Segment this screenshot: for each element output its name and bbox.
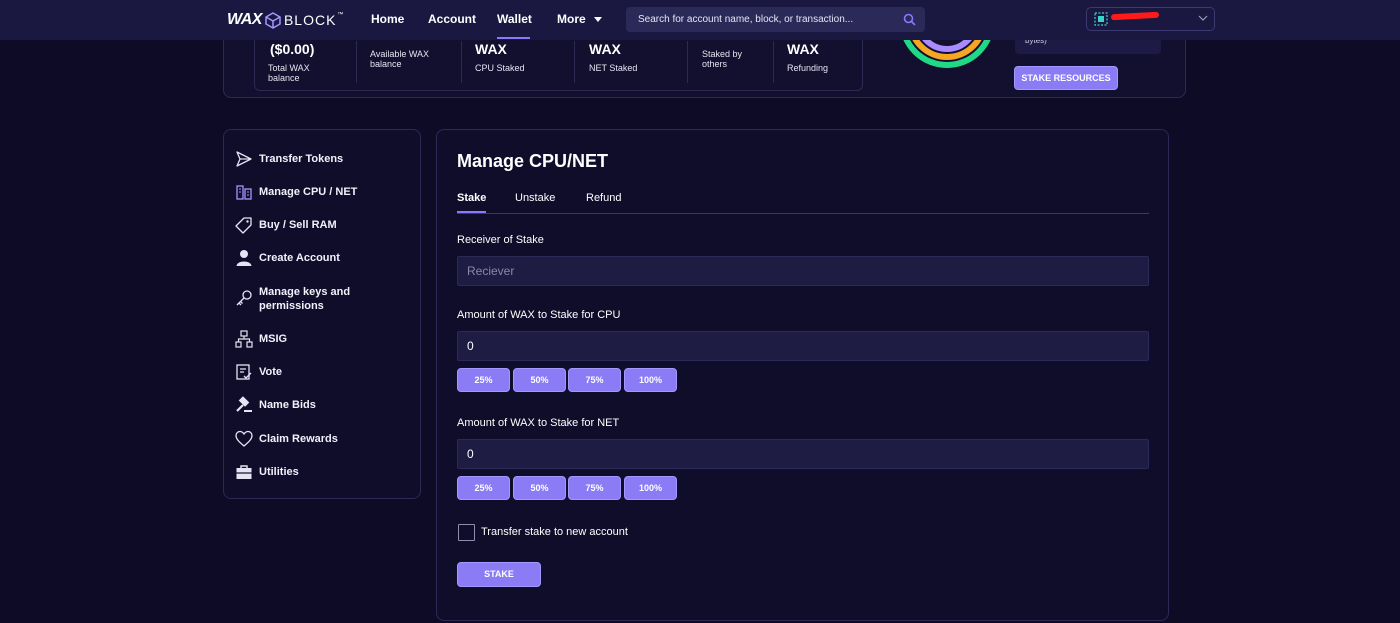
- staked-by-others-label: Staked by others: [702, 49, 743, 69]
- account-name-redacted: [1110, 11, 1160, 21]
- sidebar-label: Manage keys and permissions: [259, 286, 351, 312]
- search-bar[interactable]: Search for account name, block, or trans…: [626, 7, 925, 32]
- sidebar-label: Name Bids: [259, 399, 316, 411]
- wax-block-logo[interactable]: WAX BLOCK™: [227, 11, 344, 29]
- wallet-sidebar: Transfer Tokens Manage CPU / NET Buy / S…: [223, 129, 421, 499]
- chevron-down-icon: [1198, 15, 1208, 21]
- refunding-label: Refunding: [787, 63, 829, 73]
- stake-resources-button[interactable]: STAKE RESOURCES: [1014, 66, 1118, 90]
- net-75-percent-button[interactable]: 75%: [568, 476, 621, 500]
- nav-active-indicator: [497, 37, 530, 39]
- net-amount-label: Amount of WAX to Stake for NET: [457, 417, 620, 429]
- tab-divider: [457, 213, 1149, 214]
- caret-down-icon: [594, 17, 603, 23]
- chip-icon: [236, 185, 252, 200]
- search-icon[interactable]: [903, 13, 916, 26]
- cpu-staked-value: WAX: [475, 41, 507, 57]
- cpu-75-percent-button[interactable]: 75%: [568, 368, 621, 392]
- nav-home[interactable]: Home: [371, 12, 404, 26]
- send-icon: [236, 151, 252, 167]
- manage-cpu-net-panel: Manage CPU/NET Stake Unstake Refund Rece…: [436, 129, 1169, 621]
- logo-wax-text: WAX: [227, 11, 262, 28]
- cpu-25-percent-button[interactable]: 25%: [457, 368, 510, 392]
- sidebar-label: Transfer Tokens: [259, 153, 344, 165]
- sidebar-label: Buy / Sell RAM: [259, 219, 337, 231]
- top-nav: WAX BLOCK™ Home Account Wallet More Sear…: [0, 0, 1400, 40]
- refunding-value: WAX: [787, 41, 819, 57]
- cpu-amount-label: Amount of WAX to Stake for CPU: [457, 309, 621, 321]
- tab-active-indicator: [457, 211, 486, 213]
- total-balance-value: ($0.00): [270, 41, 315, 57]
- tag-icon: [235, 217, 252, 234]
- cube-icon: [265, 11, 281, 29]
- net-staked-value: WAX: [589, 41, 621, 57]
- gavel-icon: [236, 396, 252, 412]
- ballot-icon: [236, 364, 252, 380]
- stake-button[interactable]: STAKE: [457, 562, 541, 587]
- net-amount-input[interactable]: [457, 439, 1149, 469]
- net-25-percent-button[interactable]: 25%: [457, 476, 510, 500]
- account-avatar-icon: [1094, 12, 1108, 26]
- sitemap-icon: [235, 330, 253, 348]
- net-staked-label: NET Staked: [589, 63, 638, 73]
- nav-more-label: More: [557, 12, 586, 26]
- cpu-staked-label: CPU Staked: [475, 63, 525, 73]
- nav-account[interactable]: Account: [428, 12, 476, 26]
- sidebar-label: Utilities: [259, 466, 299, 478]
- tab-stake[interactable]: Stake: [457, 192, 486, 204]
- available-balance-label: Available WAX balance: [370, 49, 430, 69]
- briefcase-icon: [236, 465, 252, 479]
- account-selector[interactable]: [1086, 7, 1215, 31]
- nav-more[interactable]: More: [557, 12, 603, 26]
- sidebar-label: MSIG: [259, 333, 288, 345]
- sidebar-label: Manage CPU / NET: [259, 186, 358, 198]
- sidebar-label: Create Account: [259, 252, 340, 264]
- sidebar-label: Vote: [259, 366, 283, 378]
- cpu-amount-input[interactable]: [457, 331, 1149, 361]
- tab-refund[interactable]: Refund: [586, 192, 621, 204]
- key-icon: [236, 290, 252, 306]
- page-title: Manage CPU/NET: [457, 151, 609, 171]
- search-input[interactable]: Search for account name, block, or trans…: [638, 14, 853, 25]
- cpu-50-percent-button[interactable]: 50%: [513, 368, 566, 392]
- tab-unstake[interactable]: Unstake: [515, 192, 555, 204]
- heart-icon: [235, 430, 253, 447]
- logo-block-text: BLOCK™: [283, 12, 345, 28]
- transfer-stake-checkbox[interactable]: [458, 524, 475, 541]
- user-icon: [236, 250, 252, 266]
- cpu-100-percent-button[interactable]: 100%: [624, 368, 677, 392]
- nav-wallet[interactable]: Wallet: [497, 12, 532, 26]
- net-100-percent-button[interactable]: 100%: [624, 476, 677, 500]
- net-50-percent-button[interactable]: 50%: [513, 476, 566, 500]
- transfer-stake-label[interactable]: Transfer stake to new account: [481, 526, 628, 538]
- total-balance-label: Total WAX balance: [268, 63, 310, 83]
- sidebar-label: Claim Rewards: [259, 433, 338, 445]
- receiver-input[interactable]: [457, 256, 1149, 286]
- receiver-label: Receiver of Stake: [457, 234, 544, 246]
